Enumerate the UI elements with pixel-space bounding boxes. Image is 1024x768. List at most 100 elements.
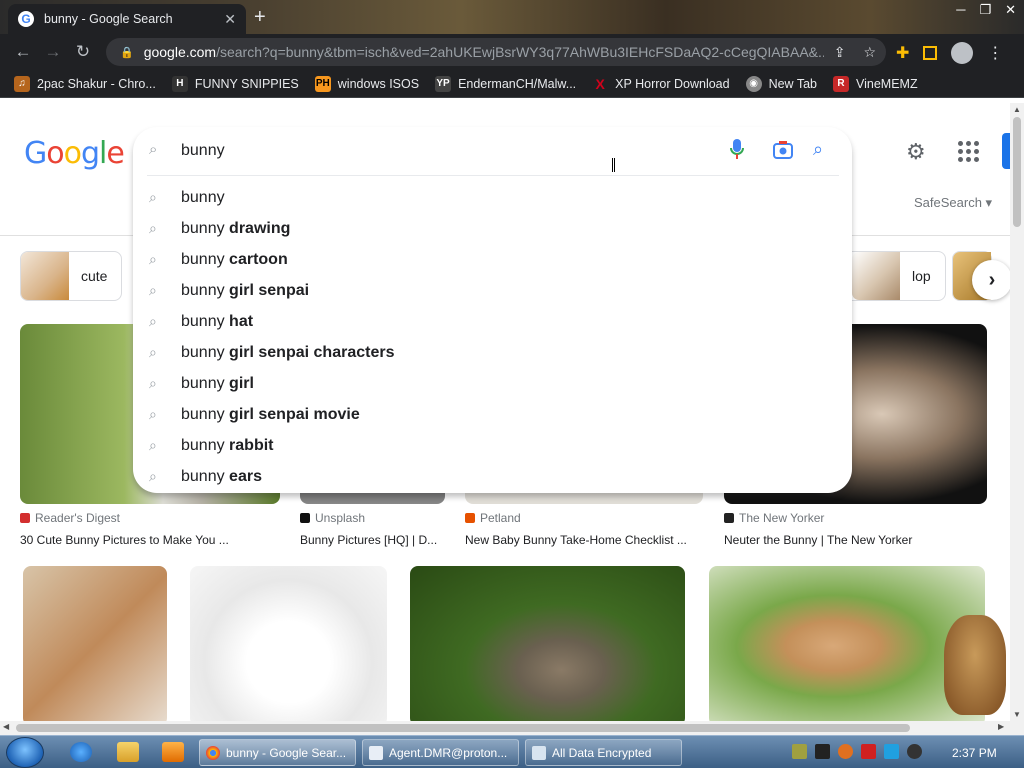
related-chip[interactable]: cute — [20, 251, 123, 301]
share-icon[interactable]: ⇪ — [834, 44, 846, 61]
google-apps-icon[interactable] — [958, 141, 979, 162]
image-result-meta[interactable]: The New Yorker Neuter the Bunny | The Ne… — [724, 511, 912, 547]
scroll-left-icon[interactable]: ◀ — [3, 722, 9, 731]
bookmark-item[interactable]: YP EndermanCH/Malw... — [435, 75, 576, 92]
browser-tab-bar: G bunny - Google Search ✕ + ─ ❐ ✕ — [0, 0, 1024, 34]
taskbar-clock[interactable]: 2:37 PM — [952, 746, 997, 760]
chip-thumbnail — [21, 252, 69, 300]
file-explorer-icon[interactable] — [117, 742, 139, 762]
source-favicon-icon — [300, 513, 310, 523]
tab-title: bunny - Google Search — [44, 12, 173, 26]
profile-avatar[interactable] — [951, 42, 974, 64]
search-input[interactable]: bunny — [181, 142, 225, 160]
desktop-pet-hamster[interactable] — [944, 615, 1006, 715]
search-icon: ⌕ — [149, 406, 157, 422]
google-logo[interactable]: Google — [24, 136, 125, 171]
source-favicon-icon — [465, 513, 475, 523]
suggestion-item[interactable]: ⌕ bunny girl senpai — [133, 275, 852, 306]
image-result-meta[interactable]: Unsplash Bunny Pictures [HQ] | D... — [300, 511, 437, 547]
image-result-thumbnail[interactable] — [23, 566, 167, 721]
minimize-icon[interactable]: ─ — [956, 2, 965, 18]
menu-icon[interactable]: ⋮ — [987, 43, 1003, 63]
horizontal-scrollbar[interactable]: ◀ ▶ — [0, 721, 1024, 735]
scroll-down-icon[interactable]: ▼ — [1013, 710, 1021, 719]
suggestion-item[interactable]: ⌕ bunny rabbit — [133, 430, 852, 461]
suggestion-item[interactable]: ⌕ bunny drawing — [133, 213, 852, 244]
camera-lens-icon[interactable] — [773, 141, 793, 159]
chips-next-button[interactable]: › — [972, 260, 1010, 300]
media-player-icon[interactable] — [162, 742, 184, 762]
search-icon: ⌕ — [149, 468, 157, 484]
taskbar-item-notepad[interactable]: All Data Encrypted — [525, 739, 682, 766]
image-result-meta[interactable]: Reader's Digest 30 Cute Bunny Pictures t… — [20, 511, 229, 547]
safesearch-dropdown[interactable]: SafeSearch ▾ — [914, 195, 992, 211]
bookmark-item[interactable]: H FUNNY SNIPPIES — [171, 75, 299, 92]
back-icon[interactable]: ← — [8, 42, 38, 62]
search-submit-icon[interactable]: ⌕ — [813, 139, 823, 160]
taskbar-item-chrome[interactable]: bunny - Google Sear... — [199, 739, 356, 766]
suggestion-item[interactable]: ⌕ bunny — [133, 182, 852, 213]
settings-gear-icon[interactable]: ⚙ — [906, 139, 926, 165]
bookmark-item[interactable]: R VineMEMZ — [833, 75, 918, 92]
address-bar[interactable]: 🔒 google.com/search?q=bunny&tbm=isch&ved… — [106, 38, 886, 66]
scroll-thumb[interactable] — [16, 724, 910, 732]
browser-tab[interactable]: G bunny - Google Search ✕ — [8, 4, 246, 34]
tray-app-icon[interactable] — [838, 744, 853, 759]
image-result-thumbnail[interactable] — [190, 566, 387, 721]
close-window-icon[interactable]: ✕ — [1005, 2, 1016, 18]
vertical-scrollbar[interactable]: ▲ ▼ — [1010, 103, 1024, 721]
suggestion-item[interactable]: ⌕ bunny girl — [133, 368, 852, 399]
suggestion-item[interactable]: ⌕ bunny girl senpai movie — [133, 399, 852, 430]
bookmark-item[interactable]: ◉ New Tab — [745, 75, 817, 92]
browser-toolbar: ← → ↻ 🔒 google.com/search?q=bunny&tbm=is… — [0, 34, 1024, 70]
window-controls: ─ ❐ ✕ — [956, 2, 1016, 18]
forward-icon[interactable]: → — [38, 42, 68, 62]
url-text[interactable]: google.com/search?q=bunny&tbm=isch&ved=2… — [144, 44, 824, 60]
chrome-icon — [206, 745, 220, 760]
search-box[interactable]: ⌕ bunny ⌕ — [133, 127, 852, 175]
search-icon: ⌕ — [149, 375, 157, 391]
new-tab-button[interactable]: + — [254, 6, 266, 29]
bookmark-favicon-icon: H — [171, 75, 188, 92]
bookmark-star-icon[interactable]: ☆ — [863, 44, 876, 61]
bookmark-favicon-icon: R — [833, 75, 849, 92]
monitor-icon[interactable] — [884, 744, 899, 759]
related-chip[interactable]: lop — [852, 251, 946, 301]
extensions-icon[interactable]: ✚ — [896, 43, 909, 63]
microphone-icon[interactable] — [730, 139, 744, 161]
image-result-thumbnail[interactable] — [410, 566, 685, 721]
sign-in-button[interactable] — [1002, 133, 1010, 169]
system-tray — [792, 744, 922, 759]
notepad-icon — [532, 745, 546, 760]
close-tab-icon[interactable]: ✕ — [224, 11, 236, 28]
search-icon: ⌕ — [149, 344, 157, 360]
volume-icon[interactable] — [907, 744, 922, 759]
image-result-thumbnail[interactable] — [709, 566, 985, 721]
bookmark-favicon-icon: YP — [435, 75, 452, 92]
suggestion-item[interactable]: ⌕ bunny hat — [133, 306, 852, 337]
reload-icon[interactable]: ↻ — [68, 42, 98, 62]
side-panel-icon[interactable] — [923, 46, 938, 60]
windows-taskbar: bunny - Google Sear... Agent.DMR@proton.… — [0, 735, 1024, 768]
taskbar-item-email[interactable]: Agent.DMR@proton... — [362, 739, 519, 766]
lock-icon[interactable]: 🔒 — [120, 46, 134, 59]
suggestion-item[interactable]: ⌕ bunny ears — [133, 461, 852, 492]
tray-app-icon[interactable] — [792, 744, 807, 759]
start-button[interactable] — [6, 737, 44, 768]
scroll-up-icon[interactable]: ▲ — [1013, 105, 1021, 114]
suggestion-item[interactable]: ⌕ bunny cartoon — [133, 244, 852, 275]
image-result-meta[interactable]: Petland New Baby Bunny Take-Home Checkli… — [465, 511, 687, 547]
suggestion-item[interactable]: ⌕ bunny girl senpai characters — [133, 337, 852, 368]
internet-explorer-icon[interactable] — [70, 742, 92, 762]
restore-icon[interactable]: ❐ — [979, 2, 991, 18]
suggestion-list: ⌕ bunny ⌕ bunny drawing ⌕ bunny cartoon ⌕ bu… — [133, 182, 852, 492]
bookmark-item[interactable]: ♫ 2pac Shakur - Chro... — [14, 75, 156, 92]
chip-thumbnail — [852, 252, 900, 300]
tray-app-icon[interactable] — [815, 744, 830, 759]
bookmark-item[interactable]: X XP Horror Download — [592, 76, 730, 92]
search-icon: ⌕ — [149, 437, 157, 453]
bookmark-item[interactable]: PH windows ISOS — [314, 75, 419, 92]
flag-icon[interactable] — [861, 744, 876, 759]
scroll-right-icon[interactable]: ▶ — [998, 722, 1004, 731]
scroll-thumb[interactable] — [1013, 117, 1021, 227]
